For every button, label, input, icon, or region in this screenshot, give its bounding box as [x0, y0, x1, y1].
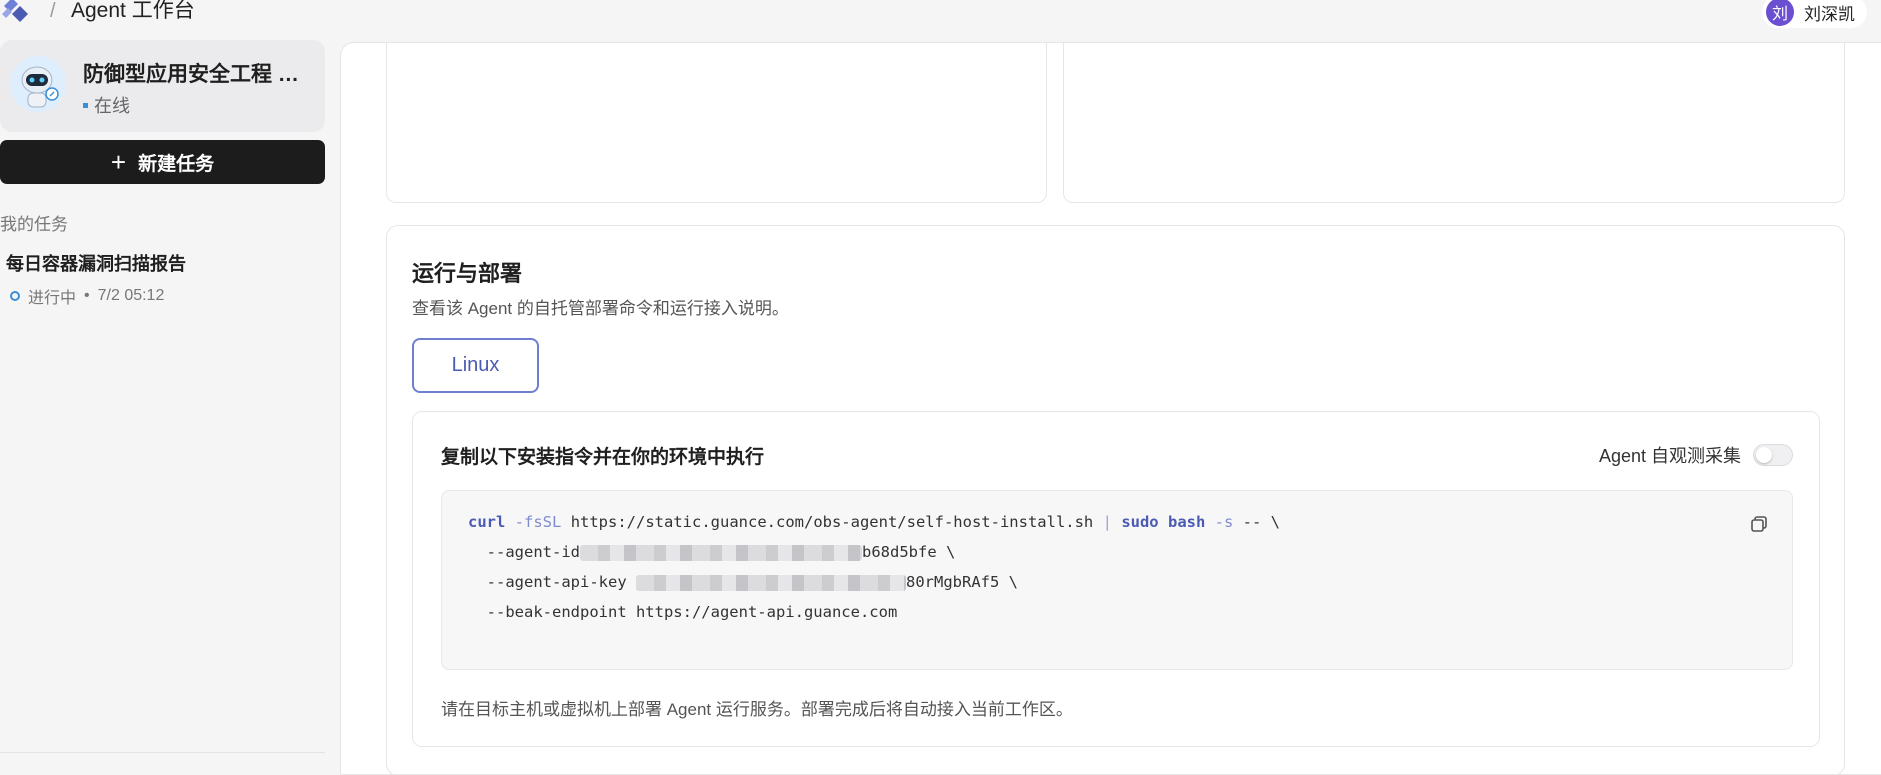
app-logo-icon[interactable] — [0, 0, 30, 24]
code-token: -fsSL — [514, 513, 562, 531]
plus-icon: + — [110, 147, 127, 177]
info-card-right — [1063, 43, 1845, 203]
agent-status: 在线 — [83, 92, 130, 118]
task-time: 7/2 05:12 — [97, 287, 165, 304]
code-token: sudo — [1121, 513, 1159, 531]
code-token: | — [1102, 513, 1112, 531]
agent-status-label: 在线 — [94, 96, 130, 116]
page-title: Agent 工作台 — [71, 0, 195, 22]
new-task-label: 新建任务 — [138, 153, 215, 175]
task-title: 每日容器漏洞扫描报告 — [6, 254, 186, 274]
code-line-2: --agent-id b68d5bfe \ — [468, 543, 956, 561]
deploy-title: 运行与部署 — [412, 261, 523, 286]
meta-separator: • — [84, 287, 90, 304]
agent-avatar — [10, 56, 66, 112]
code-token: b68d5bfe \ — [862, 543, 956, 561]
install-title: 复制以下安装指令并在你的环境中执行 — [441, 447, 765, 468]
code-line-1: curl -fsSL https://static.guance.com/obs… — [468, 513, 1280, 531]
agent-card[interactable]: 防御型应用安全工程 Agent 在线 — [0, 40, 325, 132]
breadcrumb-separator: / — [50, 0, 56, 22]
self-observe-collect: Agent 自观测采集 — [1599, 442, 1793, 468]
deploy-section: 运行与部署 查看该 Agent 的自托管部署命令和运行接入说明。 Linux 复… — [386, 225, 1845, 775]
avatar: 刘 — [1766, 0, 1794, 26]
robot-icon — [10, 56, 66, 112]
tab-linux[interactable]: Linux — [412, 338, 539, 393]
code-line-3: --agent-api-key 80rMgbRAf5 \ — [468, 573, 1018, 591]
code-token: --beak-endpoint https://agent-api.guance… — [486, 603, 898, 621]
code-token: bash — [1167, 513, 1206, 531]
user-menu[interactable]: 刘 刘深凯 — [1762, 0, 1867, 28]
code-token: --agent-id — [486, 543, 580, 561]
collect-label: Agent 自观测采集 — [1598, 446, 1741, 466]
main-panel: 运行与部署 查看该 Agent 的自托管部署命令和运行接入说明。 Linux 复… — [340, 42, 1881, 775]
install-note: 请在目标主机或虚拟机上部署 Agent 运行服务。部署完成后将自动接入当前工作区… — [441, 700, 1073, 719]
install-panel: 复制以下安装指令并在你的环境中执行 Agent 自观测采集 curl -fsSL… — [412, 411, 1820, 747]
install-command-block[interactable]: curl -fsSL https://static.guance.com/obs… — [441, 490, 1793, 670]
agent-name: 防御型应用安全工程 Agent — [83, 63, 313, 86]
code-token: 80rMgbRAf5 \ — [906, 573, 1018, 591]
copy-icon[interactable] — [1750, 515, 1768, 533]
code-line-4: --beak-endpoint https://agent-api.guance… — [468, 603, 898, 621]
sidebar: 防御型应用安全工程 Agent 在线 + 新建任务 我的任务 每日容器漏洞扫描报… — [0, 40, 325, 775]
toggle-knob — [1756, 447, 1772, 463]
status-dot-icon — [83, 102, 88, 108]
in-progress-icon — [10, 291, 20, 301]
code-token: -- \ — [1242, 513, 1280, 531]
sidebar-divider — [0, 752, 325, 753]
redacted-value — [580, 544, 862, 561]
task-status: 进行中 — [28, 290, 77, 307]
collect-toggle[interactable] — [1753, 444, 1793, 466]
user-name: 刘深凯 — [1804, 4, 1855, 24]
new-task-button[interactable]: + 新建任务 — [0, 140, 325, 184]
code-token: -s — [1214, 513, 1234, 531]
my-tasks-heading: 我的任务 — [0, 215, 68, 234]
task-meta: 进行中 • 7/2 05:12 — [6, 284, 321, 308]
code-token: --agent-api-key — [486, 573, 627, 591]
deploy-description: 查看该 Agent 的自托管部署命令和运行接入说明。 — [412, 299, 789, 318]
info-card-left — [386, 43, 1047, 203]
code-token: curl — [468, 513, 506, 531]
list-item[interactable]: 每日容器漏洞扫描报告 进行中 • 7/2 05:12 — [6, 250, 321, 307]
top-bar: / Agent 工作台 刘 刘深凯 — [0, 0, 1881, 28]
redacted-value — [636, 574, 906, 591]
code-token: https://static.guance.com/obs-agent/self… — [570, 513, 1094, 531]
